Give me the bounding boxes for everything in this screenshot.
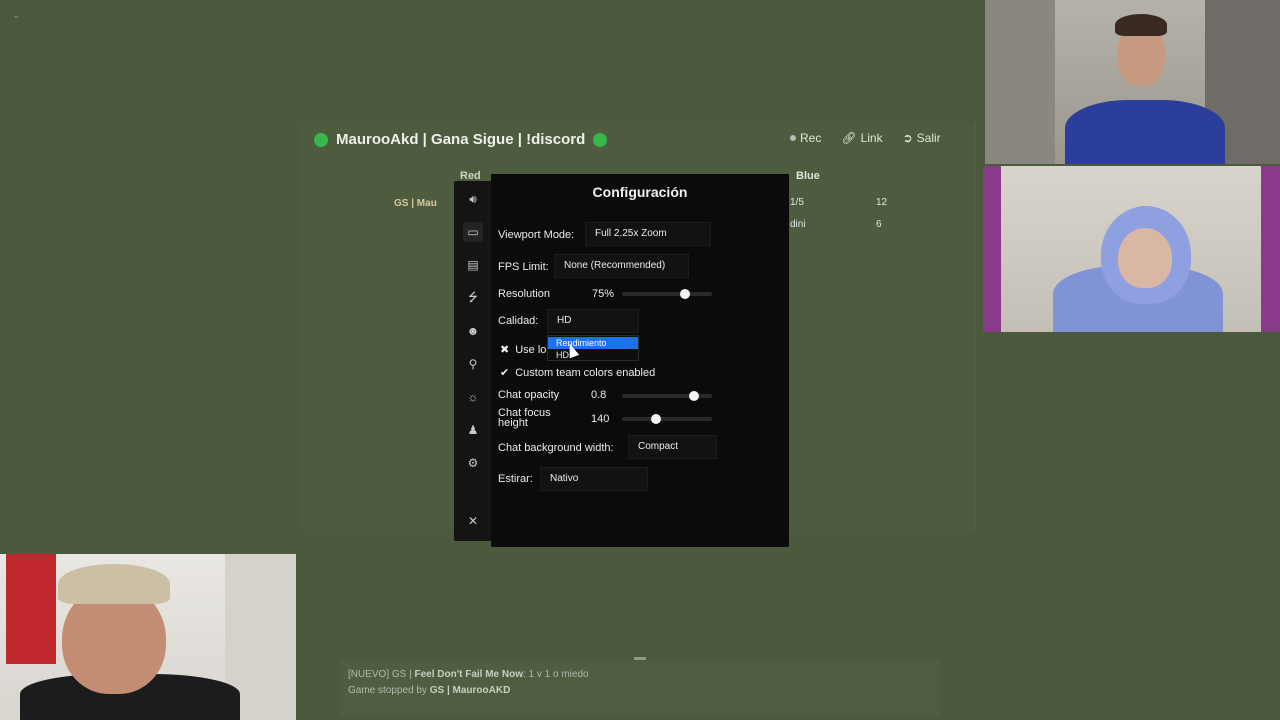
resolution-label: Resolution <box>498 288 550 300</box>
curtain <box>985 0 1055 164</box>
dialog-title: Configuración <box>592 184 688 200</box>
bolt-icon[interactable]: ⭍ <box>463 288 483 308</box>
room-title: MaurooAkd | Gana Sigue | !discord <box>336 131 586 148</box>
viewport-select[interactable]: Full 2.25x Zoom <box>585 222 711 246</box>
exit-button[interactable]: ➲ Salir <box>903 131 941 145</box>
check-icon: ✔ <box>500 367 510 379</box>
cap <box>58 564 170 604</box>
display-icon[interactable]: ▤ <box>463 255 483 275</box>
option-rendimiento[interactable]: Rendimiento <box>548 337 638 349</box>
slider-thumb[interactable] <box>689 391 699 401</box>
webcam-top-right <box>985 0 1280 164</box>
estirar-label: Estirar: <box>498 473 533 485</box>
room-actions: Rec 🔗︎ Link ➲ Salir <box>790 131 941 145</box>
key-icon[interactable]: ⚲ <box>463 354 483 374</box>
webcam-bottom-left <box>0 554 296 720</box>
exit-label: Salir <box>916 131 941 145</box>
status-dot-icon <box>593 132 608 147</box>
viewport-label: Viewport Mode: <box>498 229 575 241</box>
link-button[interactable]: 🔗︎ Link <box>841 131 882 145</box>
person-head <box>1118 228 1172 288</box>
jersey <box>6 554 56 664</box>
calidad-dropdown-list: Rendimiento HD <box>547 335 639 361</box>
speaker-icon[interactable]: 🔊︎ <box>463 189 483 209</box>
fps-label: FPS Limit: <box>498 261 549 273</box>
cross-icon: ✖ <box>500 344 510 356</box>
chat-resize-handle[interactable] <box>634 657 646 660</box>
calidad-label: Calidad: <box>498 315 539 327</box>
chat-bg-label: Chat background width: <box>498 442 614 454</box>
fps-select[interactable]: None (Recommended) <box>554 254 689 278</box>
link-icon: 🔗︎ <box>841 131 857 145</box>
curtain <box>983 166 1001 332</box>
link-label: Link <box>860 131 883 145</box>
chat-prefix: [NUEVO] GS | <box>348 669 415 680</box>
blue-player-row[interactable]: dini 6 <box>790 219 882 230</box>
slider-thumb[interactable] <box>651 414 662 424</box>
chat-area: [NUEVO] GS | Feel Don't Fail Me Now: 1 v… <box>340 657 940 716</box>
chat-author: Feel Don't Fail Me Now <box>414 669 524 680</box>
monitor-icon[interactable]: ▭ <box>463 222 483 242</box>
add-user-icon[interactable]: ♟ <box>463 420 483 440</box>
collapse-chevron-icon[interactable]: ⌄ <box>12 10 20 21</box>
chat-text: Game stopped by <box>348 685 430 696</box>
use-lo-label: Use lo <box>515 343 547 356</box>
gear-icon[interactable]: ⚙ <box>463 453 483 473</box>
chat-author: GS | MaurooAKD <box>429 685 511 696</box>
status-dot-icon <box>314 132 328 147</box>
estirar-select[interactable]: Nativo <box>540 467 648 491</box>
red-player[interactable]: GS | Mau <box>394 198 437 209</box>
chat-message: [NUEVO] GS | Feel Don't Fail Me Now: 1 v… <box>348 669 589 680</box>
settings-sidebar: 🔊︎ ▭ ▤ ⭍ ☻ ⚲ ☼ ♟ ⚙ ✕ <box>454 181 492 541</box>
player-name: 1/5 <box>790 197 804 208</box>
resolution-value: 75% <box>592 288 615 300</box>
close-icon[interactable]: ✕ <box>463 511 483 531</box>
chat-focus-value: 140 <box>591 413 610 425</box>
use-lo-checkbox[interactable]: ✖ Use lo <box>500 343 547 357</box>
calidad-select[interactable]: HD <box>547 309 639 333</box>
slider-thumb[interactable] <box>680 289 690 299</box>
rec-button[interactable]: Rec <box>790 131 821 145</box>
player-score: 12 <box>876 197 888 208</box>
exit-icon: ➲ <box>902 131 913 145</box>
player-name: dini <box>790 219 806 230</box>
rec-label: Rec <box>800 131 822 145</box>
custom-colors-label: Custom team colors enabled <box>515 366 656 379</box>
user-icon[interactable]: ☻ <box>463 321 483 341</box>
chat-focus-label: Chat focus height <box>498 407 551 429</box>
player-score: 6 <box>876 219 882 230</box>
resolution-slider[interactable] <box>622 289 712 299</box>
hair <box>1115 14 1167 36</box>
curtain <box>1261 166 1280 332</box>
chat-opacity-slider[interactable] <box>622 391 712 401</box>
chat-opacity-value: 0.8 <box>591 389 607 401</box>
blue-player-row[interactable]: 1/5 12 <box>790 197 887 208</box>
chat-text: : 1 v 1 o miedo <box>523 669 589 680</box>
option-hd[interactable]: HD <box>548 349 638 361</box>
webcam-middle-right <box>983 166 1280 332</box>
custom-colors-checkbox[interactable]: ✔ Custom team colors enabled <box>500 366 656 380</box>
chat-message: Game stopped by GS | MaurooAKD <box>348 685 510 696</box>
room-header: MaurooAkd | Gana Sigue | !discord <box>314 131 608 148</box>
person-body <box>1065 100 1225 164</box>
chat-focus-slider[interactable] <box>622 414 712 424</box>
team-blue-header: Blue <box>796 170 820 182</box>
record-dot-icon <box>790 135 796 141</box>
sun-icon[interactable]: ☼ <box>463 387 483 407</box>
settings-dialog: Configuración Viewport Mode: Full 2.25x … <box>491 174 789 547</box>
chat-bg-select[interactable]: Compact <box>628 435 717 459</box>
chat-opacity-label: Chat opacity <box>498 389 560 401</box>
